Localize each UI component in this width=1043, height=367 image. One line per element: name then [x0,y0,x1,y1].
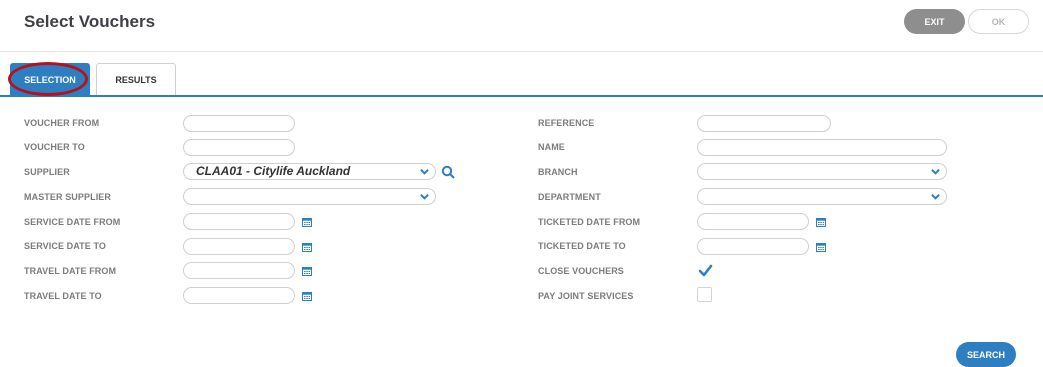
travel-date-to-input[interactable] [184,290,294,306]
branch-label: BRANCH [538,167,578,177]
name-field[interactable] [697,139,947,158]
close-vouchers-checkbox[interactable] [697,262,713,277]
ok-button[interactable]: OK [968,9,1029,34]
service-date-to-input[interactable] [184,241,294,257]
travel-date-from-field[interactable] [183,262,295,281]
supplier-select[interactable]: CLAA01 - Citylife Auckland [183,163,436,180]
chevron-down-icon [420,193,429,200]
calendar-icon[interactable] [816,242,826,252]
ticketed-date-from-input[interactable] [698,216,808,232]
service-date-from-input[interactable] [184,216,294,232]
pay-joint-services-label: PAY JOINT SERVICES [538,291,634,301]
service-date-to-field[interactable] [183,238,295,257]
voucher-to-label: VOUCHER TO [24,142,85,152]
ticketed-date-to-field[interactable] [697,238,809,257]
service-date-to-label: SERVICE DATE TO [24,241,107,251]
travel-date-from-label: TRAVEL DATE FROM [24,266,117,276]
voucher-to-input[interactable] [184,142,294,158]
reference-label: REFERENCE [538,118,595,128]
search-button[interactable]: SEARCH [956,342,1016,367]
page-title: Select Vouchers [24,12,156,31]
name-input[interactable] [698,142,946,158]
voucher-to-field[interactable] [183,139,295,158]
name-label: NAME [538,142,565,152]
travel-date-to-field[interactable] [183,287,295,306]
department-label: DEPARTMENT [538,192,601,202]
close-vouchers-label: CLOSE VOUCHERS [538,266,624,276]
voucher-from-label: VOUCHER FROM [24,118,100,128]
calendar-icon[interactable] [302,266,312,276]
master-supplier-label: MASTER SUPPLIER [24,192,112,202]
calendar-icon[interactable] [302,291,312,301]
reference-input[interactable] [698,118,830,134]
travel-date-from-input[interactable] [184,265,294,281]
voucher-from-input[interactable] [184,118,294,134]
department-select[interactable] [697,188,947,205]
calendar-icon[interactable] [816,217,826,227]
master-supplier-select[interactable] [183,188,436,205]
voucher-from-field[interactable] [183,115,295,134]
supplier-value: CLAA01 - Citylife Auckland [196,164,351,178]
ticketed-date-from-label: TICKETED DATE FROM [538,217,641,227]
calendar-icon[interactable] [302,242,312,252]
exit-button[interactable]: EXIT [904,9,965,34]
tab-selection[interactable]: SELECTION [10,63,90,96]
reference-field[interactable] [697,115,831,134]
service-date-from-field[interactable] [183,213,295,232]
tab-underline [0,95,1043,97]
chevron-down-icon [420,168,429,175]
chevron-down-icon [931,168,940,175]
travel-date-to-label: TRAVEL DATE TO [24,291,102,301]
ticketed-date-to-label: TICKETED DATE TO [538,241,626,251]
calendar-icon[interactable] [302,217,312,227]
pay-joint-services-checkbox[interactable] [697,287,712,302]
chevron-down-icon [931,193,940,200]
service-date-from-label: SERVICE DATE FROM [24,217,121,227]
checkmark-icon [698,264,713,277]
header-divider [0,51,1043,52]
tab-results[interactable]: RESULTS [96,63,176,96]
ticketed-date-from-field[interactable] [697,213,809,232]
search-icon[interactable] [441,165,455,179]
supplier-label: SUPPLIER [24,167,70,177]
branch-select[interactable] [697,163,947,180]
ticketed-date-to-input[interactable] [698,241,808,257]
